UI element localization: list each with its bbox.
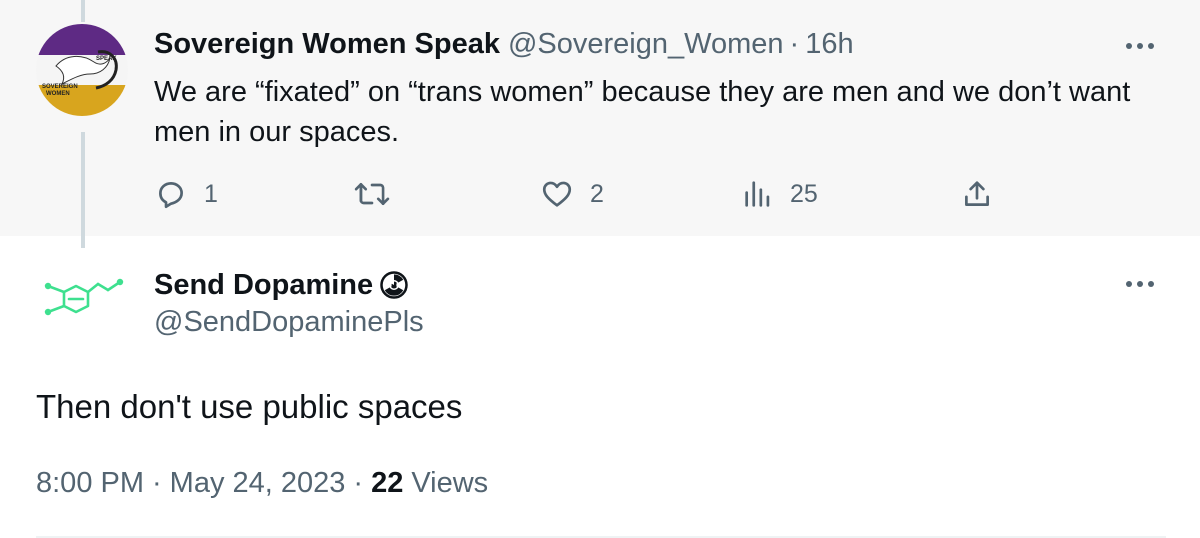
views-count: 22 [371,467,404,499]
author-handle[interactable]: @SendDopaminePls [154,306,424,339]
more-options-button[interactable] [1120,34,1160,58]
like-count: 2 [590,179,604,208]
more-dots-icon [1126,281,1154,287]
reply-icon [159,182,183,209]
share-button[interactable] [960,172,1010,216]
views-count: 25 [790,179,818,208]
author-name[interactable]: Send Dopamine [154,269,373,302]
separator-dot: · [789,28,800,60]
reply-button[interactable]: 1 [154,172,218,216]
tweet-timestamp[interactable]: 16h [805,28,853,61]
avatar-send-dopamine[interactable] [36,262,128,354]
parent-tweet-actions: 1 2 25 [154,172,1034,216]
tweet-time[interactable]: 8:00 PM [36,467,144,500]
more-dots-icon [1126,43,1154,49]
parent-tweet-text: We are “fixated” on “trans women” becaus… [154,76,1131,148]
tweet-metadata: 8:00 PM · May 24, 2023 · 22 Views [36,467,488,500]
avatar-label-top: SPEAK [96,56,117,62]
separator-dot: · [152,467,162,499]
share-icon [965,181,989,206]
main-tweet-author-row: Send Dopamine [154,266,409,304]
parent-tweet-header: Sovereign Women Speak @Sovereign_Women ·… [154,28,854,64]
author-handle[interactable]: @Sovereign_Women [508,28,784,61]
dopamine-molecule-icon [44,278,124,316]
tweet-date[interactable]: May 24, 2023 [170,467,346,500]
avatar-sovereign-women[interactable]: SPEAK SOVEREIGN WOMEN [36,24,128,116]
more-options-button[interactable] [1120,272,1160,296]
thread-line-top [81,0,85,22]
author-name[interactable]: Sovereign Women Speak [154,28,500,61]
like-button[interactable]: 2 [540,172,604,216]
radiation-icon [379,270,409,300]
svg-text:SOVEREIGN: SOVEREIGN [42,84,78,90]
retweet-icon [354,182,390,206]
main-tweet-text: Then don't use public spaces [36,388,463,425]
thread-line [81,132,85,248]
separator-dot: · [353,467,364,499]
analytics-icon [745,181,770,207]
views-button[interactable]: 25 [742,172,818,216]
views-label: Views [411,467,489,499]
retweet-button[interactable] [354,172,406,216]
reply-count: 1 [204,179,218,208]
svg-text:WOMEN: WOMEN [46,91,70,97]
heart-icon [542,181,572,207]
